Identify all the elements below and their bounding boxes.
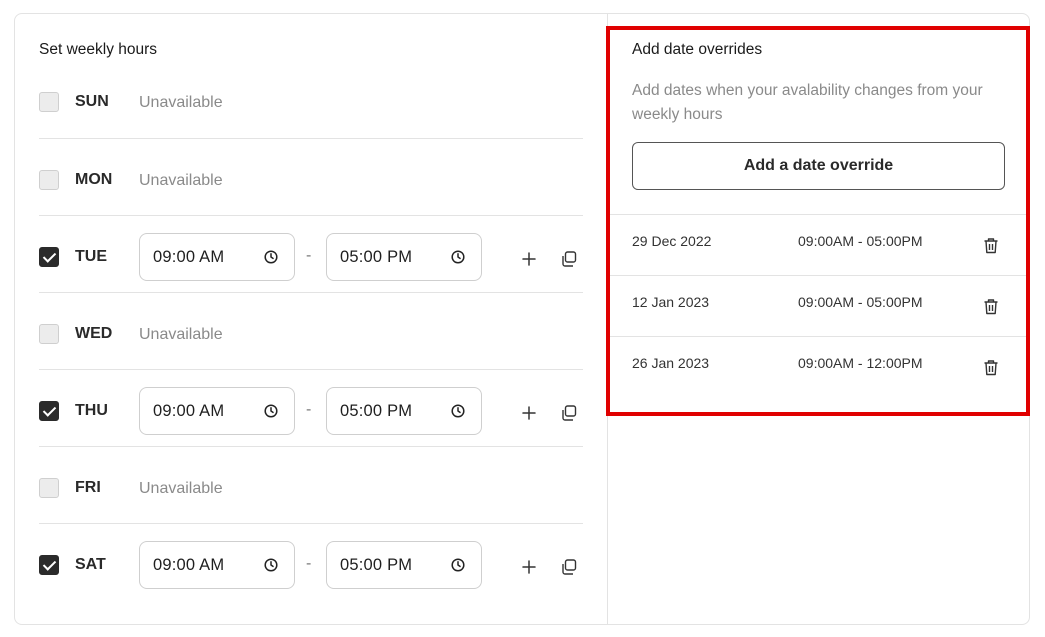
unavailable-text: Unavailable bbox=[139, 326, 223, 343]
checkbox-thu[interactable] bbox=[39, 401, 59, 421]
highlight-box bbox=[606, 26, 1030, 416]
day-label: WED bbox=[75, 325, 113, 342]
start-time-value: 09:00 AM bbox=[153, 402, 225, 420]
copy-icon[interactable] bbox=[560, 250, 578, 268]
checkbox-sun[interactable] bbox=[39, 92, 59, 112]
time-range-dash: - bbox=[306, 401, 312, 418]
end-time-input[interactable]: 05:00 PM bbox=[326, 233, 482, 281]
start-time-value: 09:00 AM bbox=[153, 248, 225, 266]
day-label: TUE bbox=[75, 248, 107, 265]
day-row-wed: WED Unavailable bbox=[39, 292, 583, 369]
day-label: FRI bbox=[75, 479, 101, 496]
checkbox-tue[interactable] bbox=[39, 247, 59, 267]
checkbox-sat[interactable] bbox=[39, 555, 59, 575]
time-range-dash: - bbox=[306, 247, 312, 264]
plus-icon[interactable] bbox=[522, 252, 536, 266]
checkbox-wed[interactable] bbox=[39, 324, 59, 344]
end-time-value: 05:00 PM bbox=[340, 248, 413, 266]
end-time-input[interactable]: 05:00 PM bbox=[326, 387, 482, 435]
day-row-tue: TUE 09:00 AM - 05:00 PM bbox=[39, 215, 583, 292]
plus-icon[interactable] bbox=[522, 560, 536, 574]
clock-icon[interactable] bbox=[264, 558, 278, 572]
end-time-input[interactable]: 05:00 PM bbox=[326, 541, 482, 589]
day-label: MON bbox=[75, 171, 113, 188]
start-time-input[interactable]: 09:00 AM bbox=[139, 233, 295, 281]
clock-icon[interactable] bbox=[451, 558, 465, 572]
day-label: SUN bbox=[75, 93, 109, 110]
day-label: THU bbox=[75, 402, 108, 419]
day-row-thu: THU 09:00 AM - 05:00 PM bbox=[39, 369, 583, 446]
day-row-fri: FRI Unavailable bbox=[39, 446, 583, 523]
plus-icon[interactable] bbox=[522, 406, 536, 420]
weekly-hours-title: Set weekly hours bbox=[39, 41, 158, 58]
copy-icon[interactable] bbox=[560, 404, 578, 422]
day-row-mon: MON Unavailable bbox=[39, 138, 583, 215]
day-row-sat: SAT 09:00 AM - 05:00 PM bbox=[39, 523, 583, 600]
checkbox-mon[interactable] bbox=[39, 170, 59, 190]
clock-icon[interactable] bbox=[451, 404, 465, 418]
start-time-input[interactable]: 09:00 AM bbox=[139, 541, 295, 589]
unavailable-text: Unavailable bbox=[139, 480, 223, 497]
unavailable-text: Unavailable bbox=[139, 94, 223, 111]
unavailable-text: Unavailable bbox=[139, 172, 223, 189]
checkbox-fri[interactable] bbox=[39, 478, 59, 498]
end-time-value: 05:00 PM bbox=[340, 556, 413, 574]
start-time-input[interactable]: 09:00 AM bbox=[139, 387, 295, 435]
clock-icon[interactable] bbox=[451, 250, 465, 264]
start-time-value: 09:00 AM bbox=[153, 556, 225, 574]
day-label: SAT bbox=[75, 556, 106, 573]
day-row-sun: SUN Unavailable bbox=[39, 62, 583, 139]
clock-icon[interactable] bbox=[264, 250, 278, 264]
time-range-dash: - bbox=[306, 555, 312, 572]
end-time-value: 05:00 PM bbox=[340, 402, 413, 420]
clock-icon[interactable] bbox=[264, 404, 278, 418]
copy-icon[interactable] bbox=[560, 558, 578, 576]
